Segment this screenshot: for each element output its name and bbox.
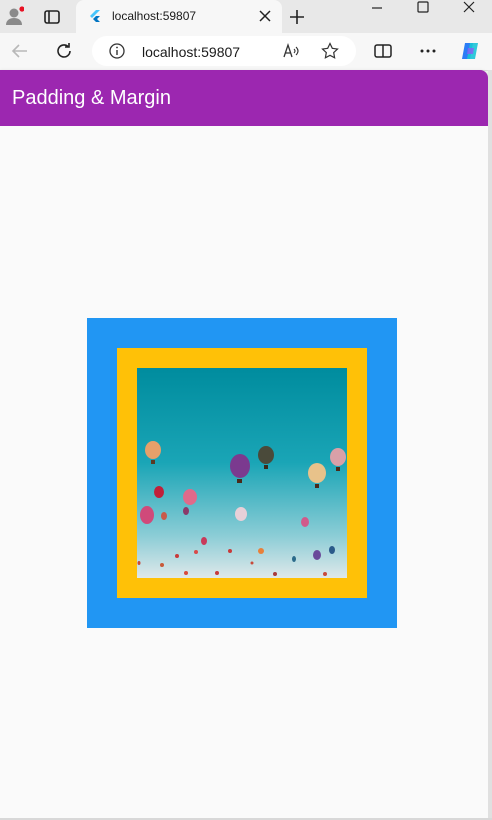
flutter-favicon-icon — [88, 9, 102, 23]
read-aloud-icon[interactable] — [282, 42, 300, 60]
more-icon[interactable] — [417, 40, 439, 62]
window-close-icon[interactable] — [446, 0, 492, 16]
profile-icon[interactable] — [4, 6, 25, 26]
refresh-icon[interactable] — [53, 40, 75, 62]
plus-icon[interactable] — [286, 6, 308, 28]
maximize-icon[interactable] — [400, 0, 446, 16]
minimize-icon[interactable] — [354, 0, 400, 16]
balloons-image — [137, 368, 347, 578]
tab-actions-icon[interactable] — [42, 7, 62, 27]
tab-title: localhost:59807 — [112, 9, 197, 23]
window-edge — [488, 70, 492, 820]
back-arrow-icon[interactable] — [9, 40, 31, 62]
close-icon[interactable] — [256, 7, 274, 25]
browser-tab-strip: localhost:59807 — [0, 0, 492, 33]
address-bar[interactable]: localhost:59807 — [92, 36, 356, 66]
browser-tab[interactable]: localhost:59807 — [76, 0, 282, 33]
info-icon[interactable] — [108, 42, 126, 60]
browser-toolbar: localhost:59807 — [0, 33, 492, 71]
address-text[interactable]: localhost:59807 — [142, 44, 240, 60]
star-icon[interactable] — [321, 42, 339, 60]
app-bar: Padding & Margin — [0, 70, 488, 126]
split-screen-icon[interactable] — [372, 40, 394, 62]
page-title: Padding & Margin — [12, 87, 171, 109]
copilot-icon[interactable] — [459, 40, 481, 62]
